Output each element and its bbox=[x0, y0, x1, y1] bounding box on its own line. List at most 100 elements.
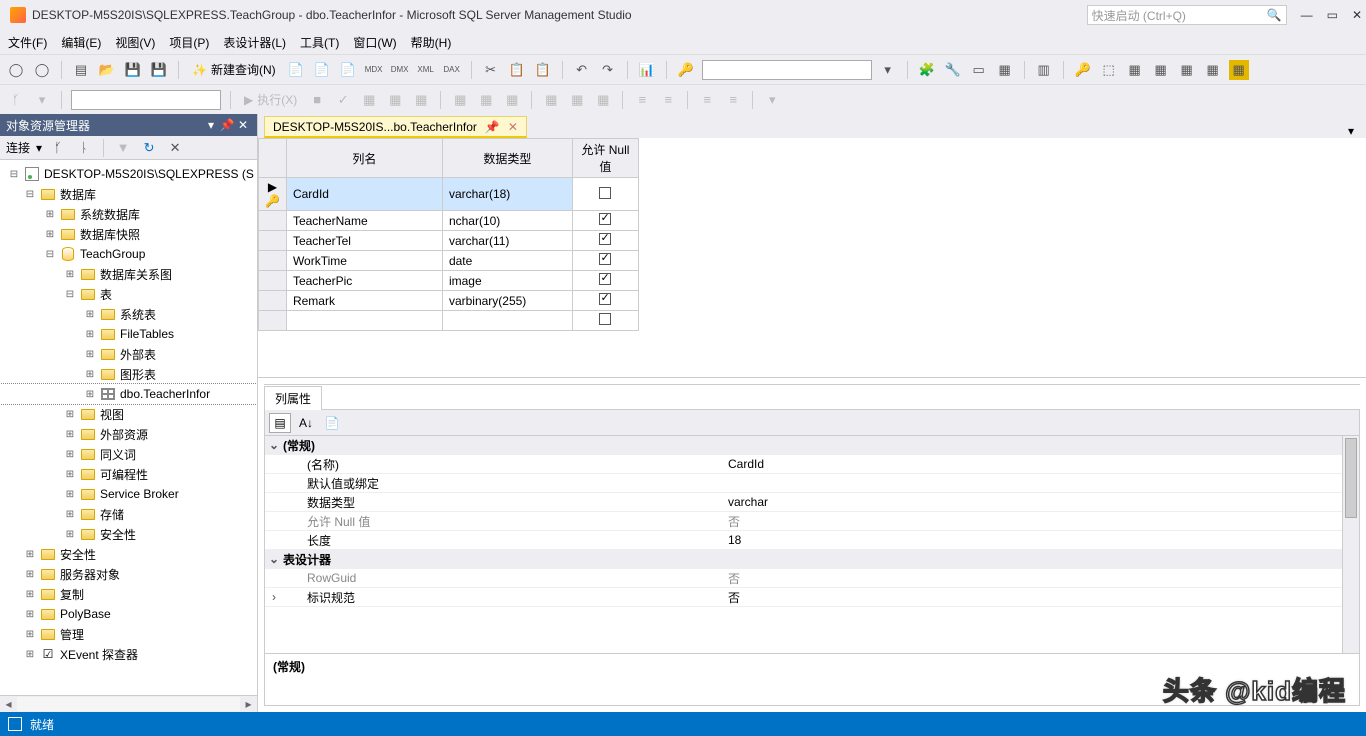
tab-column-properties[interactable]: 列属性 bbox=[264, 386, 322, 410]
cell-type[interactable]: date bbox=[442, 251, 572, 271]
database-combo[interactable] bbox=[71, 90, 221, 110]
cell-type[interactable] bbox=[442, 311, 572, 331]
cell-name[interactable]: WorkTime bbox=[286, 251, 442, 271]
tree-teacher-infor[interactable]: ⊞dbo.TeacherInfor bbox=[0, 384, 257, 404]
row-selector[interactable] bbox=[259, 211, 287, 231]
maximize-button[interactable]: ▭ bbox=[1327, 8, 1338, 22]
forward-icon[interactable]: ◯ bbox=[32, 60, 52, 80]
dropdown-icon[interactable]: ▾ bbox=[878, 60, 898, 80]
cell-type[interactable]: varchar(11) bbox=[442, 231, 572, 251]
tree-replication[interactable]: ⊞复制 bbox=[0, 584, 257, 604]
grid-icon[interactable]: ▦ bbox=[995, 60, 1015, 80]
result-icon-3[interactable]: ▦ bbox=[502, 90, 522, 110]
back-icon[interactable]: ◯ bbox=[6, 60, 26, 80]
tree-views[interactable]: ⊞视图 bbox=[0, 404, 257, 424]
col-header-name[interactable]: 列名 bbox=[286, 139, 442, 178]
uncomment-icon[interactable]: ≡ bbox=[723, 90, 743, 110]
columns-grid[interactable]: 列名 数据类型 允许 Null 值 ▶🔑 CardId varchar(18) … bbox=[258, 138, 639, 331]
tree-teachgroup[interactable]: ⊟TeachGroup bbox=[0, 244, 257, 264]
window-icon[interactable]: ▭ bbox=[969, 60, 989, 80]
scroll-left-icon[interactable]: ◂ bbox=[0, 697, 17, 711]
row-selector-pk[interactable]: ▶🔑 bbox=[259, 178, 287, 211]
pulse-icon[interactable]: ✕ bbox=[165, 138, 185, 158]
connect-dropdown-icon[interactable]: ▾ bbox=[36, 141, 42, 155]
key-icon[interactable]: 🔑 bbox=[1073, 60, 1093, 80]
spatial-icon[interactable]: ▦ bbox=[1229, 60, 1249, 80]
prop-default[interactable]: 默认值或绑定 bbox=[265, 474, 1359, 493]
tab-close-icon[interactable]: ✕ bbox=[508, 120, 518, 134]
panel-close-icon[interactable]: ✕ bbox=[235, 118, 251, 132]
disconnect-icon[interactable]: ᚿ bbox=[74, 138, 94, 158]
prop-allownull[interactable]: 允许 Null 值否 bbox=[265, 512, 1359, 531]
prop-rowguid[interactable]: RowGuid否 bbox=[265, 569, 1359, 588]
options-icon[interactable]: ▾ bbox=[762, 90, 782, 110]
scrollbar-thumb[interactable] bbox=[1345, 438, 1357, 518]
cell-type[interactable]: varchar(18) bbox=[442, 178, 572, 211]
redo-icon[interactable]: ↷ bbox=[598, 60, 618, 80]
cell-name[interactable]: Remark bbox=[286, 291, 442, 311]
alphabetical-icon[interactable]: A↓ bbox=[295, 413, 317, 433]
paste-icon[interactable]: 📋 bbox=[533, 60, 553, 80]
panel-pin-icon[interactable]: 📌 bbox=[219, 118, 235, 132]
tree-security[interactable]: ⊞安全性 bbox=[0, 544, 257, 564]
cell-type[interactable]: varbinary(255) bbox=[442, 291, 572, 311]
prop-name[interactable]: (名称)CardId bbox=[265, 455, 1359, 474]
result-icon-2[interactable]: ▦ bbox=[476, 90, 496, 110]
open-icon[interactable]: 📂 bbox=[97, 60, 117, 80]
result-icon-5[interactable]: ▦ bbox=[567, 90, 587, 110]
tree-security-db[interactable]: ⊞安全性 bbox=[0, 524, 257, 544]
prop-datatype[interactable]: 数据类型varchar bbox=[265, 493, 1359, 512]
table-row[interactable]: TeacherTel varchar(11) bbox=[259, 231, 639, 251]
row-selector[interactable] bbox=[259, 291, 287, 311]
tree-graph-tables[interactable]: ⊞图形表 bbox=[0, 364, 257, 384]
properties-grid[interactable]: ⌄(常规) (名称)CardId 默认值或绑定 数据类型varchar 允许 N… bbox=[264, 436, 1360, 654]
check-icon[interactable]: ▦ bbox=[1151, 60, 1171, 80]
cell-name[interactable]: TeacherTel bbox=[286, 231, 442, 251]
tree-server[interactable]: ⊟DESKTOP-M5S20IS\SQLEXPRESS (S bbox=[0, 164, 257, 184]
comment-icon[interactable]: ≡ bbox=[697, 90, 717, 110]
prop-identity[interactable]: ›标识规范否 bbox=[265, 588, 1359, 607]
menu-designer[interactable]: 表设计器(L) bbox=[223, 34, 286, 51]
table-row[interactable]: TeacherName nchar(10) bbox=[259, 211, 639, 231]
branch-icon[interactable]: ᚶ bbox=[6, 90, 26, 110]
col-header-allownull[interactable]: 允许 Null 值 bbox=[572, 139, 638, 178]
tree-server-objects[interactable]: ⊞服务器对象 bbox=[0, 564, 257, 584]
cell-name[interactable]: CardId bbox=[286, 178, 442, 211]
tabs-dropdown-icon[interactable]: ▾ bbox=[1342, 124, 1360, 138]
script-dmx-icon[interactable]: DMX bbox=[390, 60, 410, 80]
indent-icon-1[interactable]: ≡ bbox=[632, 90, 652, 110]
row-selector[interactable] bbox=[259, 231, 287, 251]
plugin-icon[interactable]: 🧩 bbox=[917, 60, 937, 80]
save-icon[interactable]: 💾 bbox=[123, 60, 143, 80]
table-row-new[interactable] bbox=[259, 311, 639, 331]
tree-service-broker[interactable]: ⊞Service Broker bbox=[0, 484, 257, 504]
properties-icon[interactable]: 📄 bbox=[321, 413, 343, 433]
xml-icon[interactable]: ▦ bbox=[1203, 60, 1223, 80]
tree-management[interactable]: ⊞管理 bbox=[0, 624, 257, 644]
prop-category-designer[interactable]: ⌄表设计器 bbox=[265, 550, 1359, 569]
cell-name[interactable] bbox=[286, 311, 442, 331]
pin-icon[interactable]: 📌 bbox=[485, 120, 500, 134]
cell-type[interactable]: nchar(10) bbox=[442, 211, 572, 231]
table-row[interactable]: Remark varbinary(255) bbox=[259, 291, 639, 311]
find-icon[interactable]: 🔑 bbox=[676, 60, 696, 80]
menu-help[interactable]: 帮助(H) bbox=[411, 34, 452, 51]
connect-icon[interactable]: ᚶ bbox=[48, 138, 68, 158]
tree-storage[interactable]: ⊞存储 bbox=[0, 504, 257, 524]
tree-databases[interactable]: ⊟数据库 bbox=[0, 184, 257, 204]
connect-label[interactable]: 连接 bbox=[6, 139, 30, 156]
table-row[interactable]: WorkTime date bbox=[259, 251, 639, 271]
result-icon-1[interactable]: ▦ bbox=[450, 90, 470, 110]
cell-allownull[interactable] bbox=[572, 311, 638, 331]
new-query-button[interactable]: ✨ 新建查询(N) bbox=[188, 61, 280, 78]
script-xmla-icon[interactable]: XML bbox=[416, 60, 436, 80]
menu-project[interactable]: 项目(P) bbox=[169, 34, 209, 51]
cell-type[interactable]: image bbox=[442, 271, 572, 291]
menu-window[interactable]: 窗口(W) bbox=[353, 34, 396, 51]
filter-icon[interactable]: ▾ bbox=[32, 90, 52, 110]
row-selector[interactable] bbox=[259, 251, 287, 271]
fulltext-icon[interactable]: ▦ bbox=[1177, 60, 1197, 80]
indent-icon-2[interactable]: ≡ bbox=[658, 90, 678, 110]
execute-button[interactable]: ▶ 执行(X) bbox=[240, 91, 301, 108]
save-all-icon[interactable]: 💾 bbox=[149, 60, 169, 80]
